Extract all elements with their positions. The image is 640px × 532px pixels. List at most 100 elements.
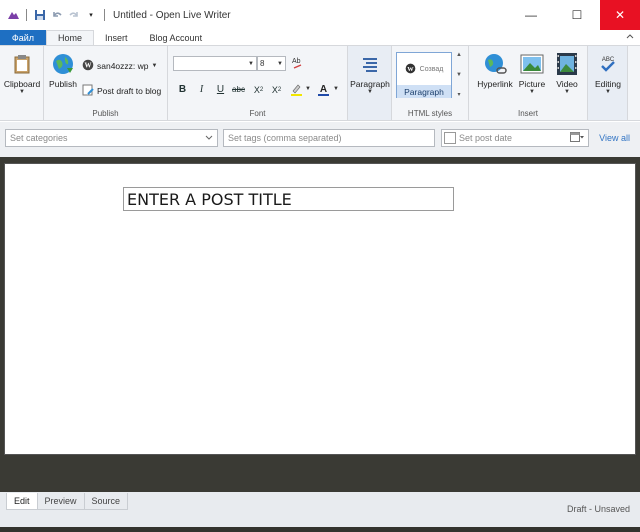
bottom-bar: Edit Preview Source Draft - Unsaved [0,492,640,532]
tab-file[interactable]: Файл [0,30,46,45]
clear-formatting-icon[interactable]: Ab [291,56,304,69]
tags-placeholder: Set tags (comma separated) [228,133,342,143]
title-divider [104,9,105,21]
ribbon-tabs: Файл Home Insert Blog Account [0,30,640,45]
title-bar: ▾ Untitled - Open Live Writer — ☐ ✕ [0,0,640,30]
superscript-icon[interactable]: X2 [270,83,283,96]
clipboard-group: Clipboard ▼ [0,46,44,120]
strikethrough-icon[interactable]: abc [232,83,245,96]
spellcheck-icon: ABC [596,52,620,76]
insert-group-label: Insert [517,109,538,118]
minimize-button[interactable]: — [508,0,554,30]
highlight-dropdown-icon[interactable]: ▼ [305,86,311,92]
post-draft-label: Post draft to blog [97,86,162,96]
status-text: Draft - Unsaved [566,504,630,514]
picture-label: Picture [518,79,546,89]
bold-icon[interactable]: B [176,83,189,96]
underline-icon[interactable]: U [214,83,227,96]
editing-label: Editing [595,79,621,89]
open-live-writer-window: ▾ Untitled - Open Live Writer — ☐ ✕ Файл… [0,0,640,532]
wordpress-icon: W [82,59,94,73]
maximize-button[interactable]: ☐ [554,0,600,30]
italic-icon[interactable]: I [195,83,208,96]
post-date-checkbox[interactable] [444,132,456,144]
gallery-expand-icon[interactable]: ▾ [457,91,460,98]
publish-label: Publish [49,79,77,89]
font-family-dropdown-icon[interactable]: ▼ [248,61,254,67]
view-all-link[interactable]: View all [599,133,630,143]
view-mode-tabs: Edit Preview Source [6,493,129,510]
hyperlink-button[interactable]: Hyperlink [475,52,515,89]
collapse-ribbon-icon[interactable] [626,32,634,41]
tab-blog-account[interactable]: Blog Account [139,30,214,45]
svg-text:W: W [85,62,92,70]
publish-button[interactable]: Publish [47,52,79,89]
post-date-placeholder: Set post date [459,133,513,143]
paragraph-button[interactable]: Paragraph ▼ [350,52,390,95]
font-group-label: Font [249,109,266,118]
tab-insert[interactable]: Insert [94,30,139,45]
video-button[interactable]: Video ▼ [550,52,584,95]
html-styles-group-label: HTML styles [407,109,453,118]
tab-home[interactable]: Home [46,30,95,45]
style-gallery-scroller: ▲ ▼ ▾ [454,52,464,98]
video-dropdown-icon: ▼ [564,89,570,95]
save-icon[interactable] [33,8,47,22]
window-controls: — ☐ ✕ [508,0,640,30]
clipboard-icon [10,52,34,76]
tab-preview[interactable]: Preview [36,493,85,510]
paragraph-icon [358,52,382,76]
customize-qat-icon[interactable]: ▾ [84,8,98,22]
blog-account-selector[interactable]: W san4ozzz: wp ▼ [82,59,157,73]
post-editor-canvas[interactable]: ENTER A POST TITLE [4,163,636,455]
wordpress-style-icon: W [405,63,416,76]
editing-dropdown-icon: ▼ [605,89,611,95]
clipboard-label: Clipboard [3,79,41,89]
publish-group: Publish W san4ozzz: wp ▼ Post draft to b… [44,46,168,120]
hyperlink-label: Hyperlink [477,79,513,89]
subscript-icon[interactable]: X2 [252,83,265,96]
paragraph-group: Paragraph ▼ [348,46,392,120]
tab-source[interactable]: Source [83,493,129,510]
clipboard-dropdown-icon: ▼ [19,89,25,95]
highlight-color-icon[interactable] [290,83,303,96]
gallery-scroll-down-icon[interactable]: ▼ [456,72,462,78]
post-draft-icon [82,84,94,98]
html-style-gallery-item[interactable]: W Созвад Paragraph [396,52,452,98]
style-preview: W Созвад [397,53,451,85]
calendar-icon[interactable] [570,132,584,144]
svg-text:Ab: Ab [292,58,301,65]
font-color-dropdown-icon[interactable]: ▼ [333,86,339,92]
tags-field[interactable]: Set tags (comma separated) [223,129,435,147]
paragraph-dropdown-icon: ▼ [367,89,373,95]
picture-dropdown-icon: ▼ [529,89,535,95]
window-title: Untitled - Open Live Writer [113,9,231,21]
post-draft-button[interactable]: Post draft to blog [82,84,161,98]
style-gallery-label: Paragraph [397,85,451,98]
redo-icon[interactable] [67,8,81,22]
font-family-combo[interactable]: ▼ [173,56,257,71]
video-film-icon [555,52,579,76]
post-date-field[interactable]: Set post date [441,129,589,147]
editing-button[interactable]: ABC Editing ▼ [590,52,626,95]
tab-edit[interactable]: Edit [6,493,38,510]
font-color-icon[interactable]: A [317,83,330,96]
undo-icon[interactable] [50,8,64,22]
account-dropdown-icon: ▼ [151,63,158,69]
font-group: ▼ 8 ▼ Ab B I U abc X2 X2 ▼ A ▼ Font [168,46,348,120]
font-size-dropdown-icon[interactable]: ▼ [277,61,283,67]
picture-button[interactable]: Picture ▼ [516,52,548,95]
gallery-scroll-up-icon[interactable]: ▲ [456,52,462,58]
font-size-value: 8 [260,59,265,68]
paragraph-label: Paragraph [350,79,390,89]
publish-group-label: Publish [92,109,119,118]
post-title-input[interactable]: ENTER A POST TITLE [123,187,454,211]
qat-divider [26,9,27,21]
font-size-combo[interactable]: 8 ▼ [257,56,286,71]
close-button[interactable]: ✕ [600,0,640,30]
svg-text:W: W [407,65,414,72]
categories-field[interactable]: Set categories [5,129,218,147]
post-properties-bar: Set categories Set tags (comma separated… [0,122,640,157]
categories-dropdown-icon[interactable] [205,135,213,142]
clipboard-button[interactable]: Clipboard ▼ [4,52,40,95]
